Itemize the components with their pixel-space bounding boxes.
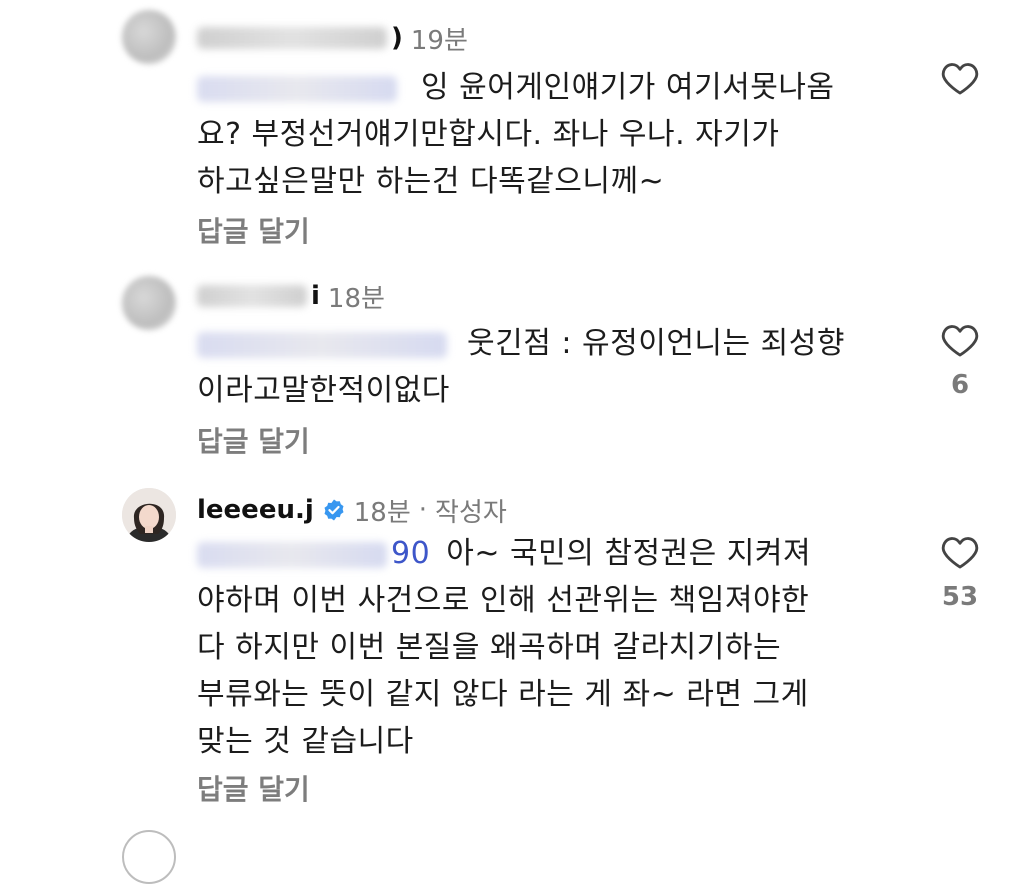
avatar[interactable] [122, 10, 176, 64]
comment-line: 맞는 것 같습니다 [197, 724, 414, 759]
comment-line-text: 잉 윤어게인얘기가 여기서못나옴 [421, 70, 835, 105]
comment-line-text: 웃긴점 : 유정이언니는 죄성향 [467, 326, 845, 361]
avatar[interactable] [122, 276, 176, 330]
comment-line: 다 하지만 이번 본질을 왜곡하며 갈라치기하는 [197, 630, 782, 665]
username-redacted[interactable] [197, 27, 387, 49]
like-count: 6 [950, 370, 970, 400]
reply-button[interactable]: 답글 달기 [197, 768, 310, 808]
comment-line: 부류와는 뜻이 같지 않다 라는 게 좌~ 라면 그게 [197, 677, 809, 712]
username-redacted[interactable] [197, 285, 307, 307]
comment-time: 18분 [353, 497, 411, 528]
avatar[interactable] [122, 488, 176, 542]
comment-line-text: 아~ 국민의 참정권은 지켜져 [446, 536, 812, 571]
username[interactable]: i [311, 281, 320, 311]
comment-time: 19분 [410, 25, 468, 56]
comment-meta: i 18분 [197, 278, 385, 314]
heart-outline-icon [941, 325, 979, 357]
comment-line: 웃긴점 : 유정이언니는 죄성향 [197, 320, 897, 367]
author-tag: 작성자 [435, 497, 507, 528]
like-button[interactable] [934, 60, 986, 96]
profile-photo [122, 488, 176, 542]
mention-link[interactable]: 90 [391, 536, 430, 571]
reply-button[interactable]: 답글 달기 [197, 210, 310, 250]
comment-line: 잉 윤어게인얘기가 여기서못나옴 [197, 64, 897, 111]
like-button[interactable]: 53 [934, 534, 986, 612]
heart-outline-icon [941, 63, 979, 95]
reply-button[interactable]: 답글 달기 [197, 420, 310, 460]
mention-redacted[interactable] [197, 541, 387, 568]
comment-line: 요? 부정선거얘기만합시다. 좌나 우나. 자기가 [197, 117, 780, 152]
comment-text: 잉 윤어게인얘기가 여기서못나옴 요? 부정선거얘기만합시다. 좌나 우나. 자… [197, 64, 897, 205]
avatar[interactable] [122, 830, 176, 884]
mention-redacted[interactable] [197, 331, 447, 358]
comment-time: 18분 [327, 283, 385, 314]
like-button[interactable]: 6 [934, 322, 986, 400]
mention-redacted[interactable] [197, 75, 397, 102]
username[interactable]: leeeeu.j [197, 495, 314, 525]
comment-text: 90 아~ 국민의 참정권은 지켜져 야하며 이번 사건으로 인해 선관위는 책… [197, 530, 897, 765]
comment-line: 90 아~ 국민의 참정권은 지켜져 [197, 530, 897, 577]
heart-outline-icon [941, 537, 979, 569]
comment-text: 웃긴점 : 유정이언니는 죄성향 이라고말한적이없다 [197, 320, 897, 414]
verified-badge-icon [324, 499, 344, 521]
comment-meta: leeeeu.j 18분 · 작성자 [197, 492, 507, 528]
comment-line: 하고싶은말만 하는건 다똑같으니께~ [197, 164, 665, 199]
comment-line: 이라고말한적이없다 [197, 373, 450, 408]
comment-meta: ) 19분 [197, 20, 468, 56]
like-count: 53 [941, 582, 979, 612]
username[interactable]: ) [391, 23, 403, 53]
separator-dot: · [418, 495, 428, 525]
comment-line: 야하며 이번 사건으로 인해 선관위는 책임져야한 [197, 583, 810, 618]
